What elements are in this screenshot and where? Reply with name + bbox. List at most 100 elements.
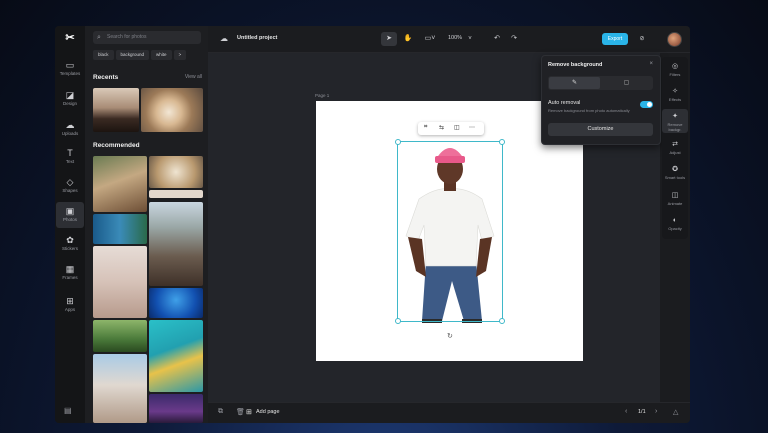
layers-icon[interactable]: ◫ xyxy=(454,124,460,131)
page-label: Page 1 xyxy=(315,93,330,98)
tool-label: Opacity xyxy=(668,226,682,231)
bell-icon[interactable]: △ xyxy=(673,408,678,416)
hand-tool-icon[interactable]: ✋ xyxy=(402,32,414,46)
photo-woman-writing[interactable] xyxy=(93,246,147,318)
manual-mode-icon[interactable]: ▢ xyxy=(601,77,652,89)
undo-icon[interactable]: ↶ xyxy=(492,32,502,46)
photo-pool-float[interactable] xyxy=(149,320,203,392)
cloud-save-icon[interactable]: ☁ xyxy=(220,34,228,43)
filters-icon: ◎ xyxy=(671,63,679,70)
chip-black[interactable]: black xyxy=(93,50,114,60)
avatar[interactable] xyxy=(667,32,682,47)
resize-handle-bottom-left[interactable] xyxy=(395,318,401,324)
search-input[interactable]: ⌕ Search for photos xyxy=(93,31,201,44)
chip-white[interactable]: white xyxy=(151,50,172,60)
recent-photo-food[interactable] xyxy=(141,88,203,132)
rail-item-photos[interactable]: ▣ Photos xyxy=(56,202,84,228)
gallery-icon[interactable]: ▤ xyxy=(64,406,72,415)
rail-item-design[interactable]: ◪ Design xyxy=(56,86,84,112)
adjust-icon: ⇄ xyxy=(672,141,678,148)
rail-label: Photos xyxy=(62,217,77,222)
tool-label: Adjust xyxy=(669,150,681,155)
tool-label: Animate xyxy=(667,201,683,206)
export-button[interactable]: Export xyxy=(602,33,628,45)
shapes-icon: ◇ xyxy=(66,177,74,187)
rotate-icon[interactable]: ↻ xyxy=(447,332,453,340)
project-title[interactable]: Untitled project xyxy=(237,35,277,41)
resize-handle-top-left[interactable] xyxy=(395,139,401,145)
text-icon: T xyxy=(67,148,73,158)
tool-label: Remove backgr. xyxy=(667,122,683,132)
selection-box[interactable] xyxy=(395,139,505,324)
crop-icon[interactable]: ⌗ xyxy=(424,124,427,131)
resize-handle-top-right[interactable] xyxy=(499,139,505,145)
rail-item-text[interactable]: T Text xyxy=(56,144,84,170)
photos-panel: ⌕ Search for photos black background white… xyxy=(85,26,209,423)
photo-night-party[interactable] xyxy=(149,394,203,423)
tool-opacity[interactable]: ◐ Opacity xyxy=(662,213,688,237)
page-number: 1/1 xyxy=(638,409,646,415)
photo-couple-cliff[interactable] xyxy=(149,202,203,286)
tool-remove-background[interactable]: ✦ Remove backgr. xyxy=(662,109,688,133)
rail-item-uploads[interactable]: ☁ Uploads xyxy=(56,116,84,142)
mode-segment: ✎ ▢ xyxy=(548,76,653,90)
smart-tools-icon: ✪ xyxy=(672,166,678,173)
auto-removal-toggle[interactable] xyxy=(640,101,653,108)
top-bar: ☁ Untitled project ➤ ✋ ▭˅ 100% ˅ ↶ ↷ Exp… xyxy=(208,26,690,53)
bottom-bar: ⧉ 🗑 ⊞ Add page ‹ 1/1 › △ xyxy=(208,402,690,423)
auto-removal-description: Remove background from photo automatical… xyxy=(548,108,630,113)
photo-friends-beach[interactable] xyxy=(93,354,147,423)
rail-item-stickers[interactable]: ✿ Stickers xyxy=(56,231,84,257)
rail-item-shapes[interactable]: ◇ Shapes xyxy=(56,173,84,199)
tool-label: Filters xyxy=(669,72,681,77)
close-icon[interactable]: × xyxy=(649,61,653,67)
photo-strip[interactable] xyxy=(149,190,203,198)
photo-blue-plants[interactable] xyxy=(93,214,147,244)
left-rail: ✂ ▭ Templates ◪ Design ☁ Uploads T Text ◇ Sha… xyxy=(55,26,85,423)
remove-background-panel: Remove background × ✎ ▢ Auto removal Rem… xyxy=(541,55,661,145)
chip-more[interactable]: > xyxy=(173,50,187,60)
remove-background-icon: ✦ xyxy=(672,113,678,120)
rail-item-templates[interactable]: ▭ Templates xyxy=(56,56,84,82)
auto-mode-icon[interactable]: ✎ xyxy=(549,77,600,89)
photo-underwater[interactable] xyxy=(149,288,203,318)
recommended-title: Recommended xyxy=(93,142,140,149)
app-logo-icon[interactable]: ✂ xyxy=(63,32,77,44)
photo-man-with-dog[interactable] xyxy=(93,156,147,212)
rail-item-frames[interactable]: ▦ Frames xyxy=(56,260,84,286)
delete-page-icon[interactable]: 🗑 xyxy=(236,408,245,416)
photos-icon: ▣ xyxy=(65,206,75,216)
add-page-icon[interactable]: ⊞ xyxy=(246,408,252,416)
zoom-level[interactable]: 100% xyxy=(448,35,462,41)
photo-field[interactable] xyxy=(93,320,147,352)
tool-smart-tools[interactable]: ✪ Smart tools xyxy=(662,162,688,186)
rail-item-apps[interactable]: ⊞ Apps xyxy=(56,292,84,318)
photo-meal[interactable] xyxy=(149,156,203,188)
chip-background[interactable]: background xyxy=(115,50,150,60)
replace-icon[interactable]: ⇆ xyxy=(439,124,444,131)
recent-photo-sunset[interactable] xyxy=(93,88,139,132)
editor-window: ✂ ▭ Templates ◪ Design ☁ Uploads T Text ◇ Sha… xyxy=(55,26,690,423)
zoom-chevron-down-icon[interactable]: ˅ xyxy=(466,32,474,46)
apps-icon: ⊞ xyxy=(66,296,74,306)
tool-effects[interactable]: ✧ Effects xyxy=(662,84,688,108)
tool-adjust[interactable]: ⇄ Adjust xyxy=(662,137,688,161)
chevron-left-icon[interactable]: ‹ xyxy=(625,408,627,415)
redo-icon[interactable]: ↷ xyxy=(509,32,519,46)
view-all-link[interactable]: View all xyxy=(185,74,202,80)
opacity-icon: ◐ xyxy=(672,217,678,224)
select-tool-icon[interactable]: ➤ xyxy=(381,32,397,46)
more-options-icon[interactable]: ⋯ xyxy=(469,124,475,131)
tool-animate[interactable]: ◫ Animate xyxy=(662,188,688,212)
stickers-icon: ✿ xyxy=(66,235,74,245)
rail-label: Frames xyxy=(62,275,78,280)
chevron-right-icon[interactable]: › xyxy=(655,408,657,415)
resize-tool-icon[interactable]: ▭˅ xyxy=(422,32,438,46)
tool-filters[interactable]: ◎ Filters xyxy=(662,59,688,83)
resize-handle-bottom-right[interactable] xyxy=(499,318,505,324)
add-page-button[interactable]: Add page xyxy=(256,409,280,415)
customize-button[interactable]: Customize xyxy=(548,123,653,136)
share-icon[interactable]: ⊘ xyxy=(637,32,647,46)
frames-icon: ▦ xyxy=(65,264,75,274)
copy-page-icon[interactable]: ⧉ xyxy=(218,408,223,416)
